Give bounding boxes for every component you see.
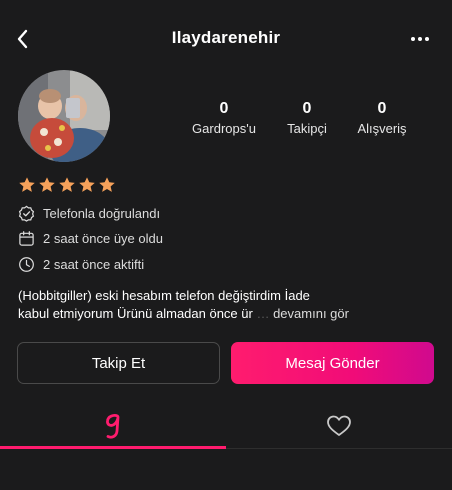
rating-stars (18, 176, 116, 194)
more-options-button[interactable] (406, 30, 434, 48)
gardrops-g-icon (106, 414, 120, 439)
calendar-icon (19, 231, 34, 246)
profile-photo (18, 70, 110, 162)
info-text: 2 saat önce üye oldu (43, 231, 163, 246)
avatar[interactable] (18, 70, 110, 162)
star-icon (19, 177, 35, 192)
clock-icon (19, 257, 34, 272)
info-last-active: 2 saat önce aktifti (18, 256, 144, 273)
bio-line-truncated: kabul etmiyorum Ürünü almadan önce ür … … (18, 305, 438, 323)
stat-shopping[interactable]: 0 Alışveriş (332, 100, 432, 136)
read-more-link[interactable]: devamını gör (273, 306, 349, 321)
send-message-button[interactable]: Mesaj Gönder (231, 342, 434, 384)
bio-line: (Hobbitgiller) eski hesabım telefon deği… (18, 288, 310, 303)
info-text: 2 saat önce aktifti (43, 257, 145, 272)
info-member-since: 2 saat önce üye oldu (18, 230, 163, 247)
info-text: Telefonla doğrulandı (43, 206, 161, 221)
tab-gardrops[interactable] (0, 402, 226, 450)
active-tab-indicator (0, 446, 226, 449)
header: Ilaydarenehir (0, 0, 452, 80)
star-icon (39, 177, 55, 192)
stat-value: 0 (377, 100, 387, 117)
star-icon (79, 177, 95, 192)
verified-badge-icon (18, 205, 35, 222)
truncation-fade: … (252, 306, 274, 321)
star-icon (59, 177, 75, 192)
info-phone-verified: Telefonla doğrulandı (18, 205, 160, 222)
stat-label: Alışveriş (357, 121, 407, 136)
more-horizontal-icon (411, 37, 429, 41)
bio-line: kabul etmiyorum Ürünü almadan önce ür (18, 306, 253, 321)
heart-icon (327, 415, 351, 436)
tab-favorites[interactable] (226, 402, 452, 450)
profile-bio: (Hobbitgiller) eski hesabım telefon deği… (18, 287, 438, 323)
follow-button[interactable]: Takip Et (17, 342, 220, 384)
page-title: Ilaydarenehir (171, 28, 281, 47)
star-icon (99, 177, 115, 192)
profile-tabs (0, 402, 452, 450)
